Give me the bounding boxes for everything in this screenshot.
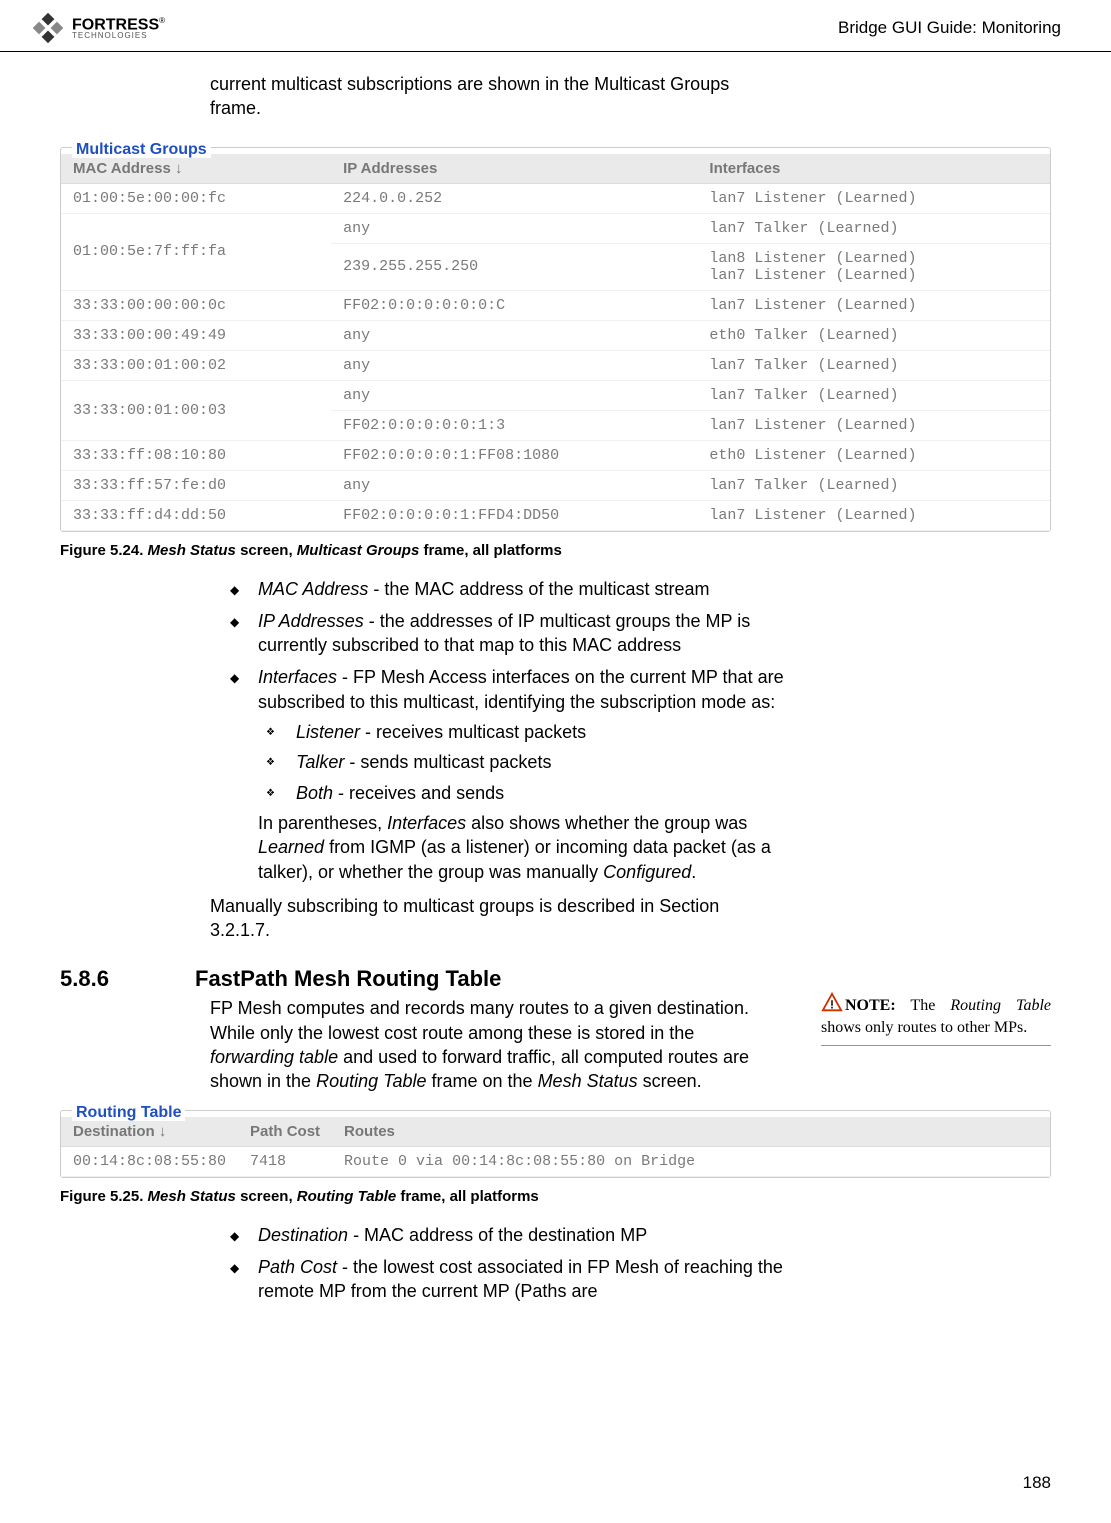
table-row: 33:33:00:00:49:49anyeth0 Talker (Learned… [61,320,1050,350]
list-item: MAC Address - the MAC address of the mul… [230,577,790,601]
multicast-groups-frame: MAC Address ↓ IP Addresses Interfaces 01… [60,147,1051,532]
routing-table: Destination ↓ Path Cost Routes 00:14:8c:… [61,1117,1050,1177]
col-ip[interactable]: IP Addresses [331,154,697,184]
cell-ip: any [331,350,697,380]
cell-mac: 33:33:ff:d4:dd:50 [61,500,331,530]
cell-mac: 33:33:00:00:49:49 [61,320,331,350]
table-row: 33:33:00:01:00:02anylan7 Talker (Learned… [61,350,1050,380]
cell-ip: any [331,320,697,350]
cell-ip: any [331,213,697,243]
table-row: 33:33:ff:08:10:80FF02:0:0:0:0:1:FF08:108… [61,440,1050,470]
list-item: IP Addresses - the addresses of IP multi… [230,609,790,658]
col-path-cost[interactable]: Path Cost [238,1117,332,1147]
cell-mac: 33:33:00:00:00:0c [61,290,331,320]
multicast-groups-legend: Multicast Groups [72,141,211,158]
list-item: Path Cost - the lowest cost associated i… [230,1255,790,1304]
cell-iface: eth0 Listener (Learned) [697,440,1050,470]
interfaces-post-text: In parentheses, Interfaces also shows wh… [258,811,790,884]
routing-bullet-list: Destination - MAC address of the destina… [230,1223,790,1304]
cell-iface: lan7 Listener (Learned) [697,183,1050,213]
cell-iface: lan7 Talker (Learned) [697,380,1050,410]
cell-ip: FF02:0:0:0:0:1:FFD4:DD50 [331,500,697,530]
cell-mac: 33:33:00:01:00:02 [61,350,331,380]
cell-iface: lan8 Listener (Learned) lan7 Listener (L… [697,243,1050,290]
cell-mac: 01:00:5e:7f:ff:fa [61,213,331,290]
table-header-row: Destination ↓ Path Cost Routes [61,1117,1050,1147]
col-routes[interactable]: Routes [332,1117,1050,1147]
note-label: NOTE: [845,997,896,1014]
multicast-groups-table: MAC Address ↓ IP Addresses Interfaces 01… [61,154,1050,531]
section-num: 5.8.6 [60,966,140,992]
table-row: 33:33:00:01:00:03anylan7 Talker (Learned… [61,380,1050,410]
list-item: Listener - receives multicast packets [258,720,790,744]
manual-subscribe-text: Manually subscribing to multicast groups… [210,894,770,943]
logo-sub: TECHNOLOGIES [72,32,165,39]
intro-text: current multicast subscriptions are show… [210,72,770,121]
list-item: Interfaces - FP Mesh Access interfaces o… [230,665,790,883]
table-row: 00:14:8c:08:55:80 7418 Route 0 via 00:14… [61,1146,1050,1176]
page-number: 188 [1023,1473,1051,1493]
cell-ip: FF02:0:0:0:0:0:1:3 [331,410,697,440]
cell-ip: any [331,380,697,410]
cell-mac: 01:00:5e:00:00:fc [61,183,331,213]
routing-table-frame: Destination ↓ Path Cost Routes 00:14:8c:… [60,1110,1051,1178]
logo-text: FORTRESS® TECHNOLOGIES [72,17,165,40]
cell-iface: lan7 Talker (Learned) [697,213,1050,243]
note-box: NOTE: The Routing Table shows only route… [821,992,1051,1045]
routing-table-legend: Routing Table [72,1104,185,1121]
logo: FORTRESS® TECHNOLOGIES [30,10,165,46]
cell-ip: FF02:0:0:0:0:1:FF08:1080 [331,440,697,470]
cell-path-cost: 7418 [238,1146,332,1176]
list-item: Both - receives and sends [258,781,790,805]
page-header: FORTRESS® TECHNOLOGIES Bridge GUI Guide:… [0,0,1111,52]
cell-iface: lan7 Talker (Learned) [697,350,1050,380]
fortress-logo-icon [30,10,66,46]
cell-ip: 239.255.255.250 [331,243,697,290]
cell-mac: 33:33:ff:08:10:80 [61,440,331,470]
col-iface[interactable]: Interfaces [697,154,1050,184]
table-row: 01:00:5e:00:00:fc224.0.0.252lan7 Listene… [61,183,1050,213]
section-5-8-6-header: 5.8.6 FastPath Mesh Routing Table [60,966,781,992]
sub-list: Listener - receives multicast packets Ta… [258,720,790,805]
table-row: 33:33:ff:d4:dd:50FF02:0:0:0:0:1:FFD4:DD5… [61,500,1050,530]
col-destination[interactable]: Destination ↓ [61,1117,238,1147]
list-item: Destination - MAC address of the destina… [230,1223,790,1247]
figure-5-25-caption: Figure 5.25. Mesh Status screen, Routing… [60,1188,1051,1205]
cell-ip: FF02:0:0:0:0:0:0:C [331,290,697,320]
cell-iface: lan7 Listener (Learned) [697,290,1050,320]
cell-iface: lan7 Talker (Learned) [697,470,1050,500]
table-row: 01:00:5e:7f:ff:faanylan7 Talker (Learned… [61,213,1050,243]
cell-mac: 33:33:00:01:00:03 [61,380,331,440]
cell-iface: lan7 Listener (Learned) [697,500,1050,530]
cell-iface: eth0 Talker (Learned) [697,320,1050,350]
section-body: FP Mesh computes and records many routes… [210,996,770,1093]
warning-icon [821,992,843,1014]
cell-iface: lan7 Listener (Learned) [697,410,1050,440]
header-guide-title: Bridge GUI Guide: Monitoring [838,18,1061,38]
cell-mac: 33:33:ff:57:fe:d0 [61,470,331,500]
section-title: FastPath Mesh Routing Table [195,966,501,992]
cell-destination: 00:14:8c:08:55:80 [61,1146,238,1176]
multicast-bullet-list: MAC Address - the MAC address of the mul… [230,577,790,884]
table-row: 33:33:00:00:00:0cFF02:0:0:0:0:0:0:Clan7 … [61,290,1050,320]
table-header-row: MAC Address ↓ IP Addresses Interfaces [61,154,1050,184]
table-row: 33:33:ff:57:fe:d0anylan7 Talker (Learned… [61,470,1050,500]
list-item: Talker - sends multicast packets [258,750,790,774]
cell-routes: Route 0 via 00:14:8c:08:55:80 on Bridge [332,1146,1050,1176]
col-mac[interactable]: MAC Address ↓ [61,154,331,184]
cell-ip: 224.0.0.252 [331,183,697,213]
cell-ip: any [331,470,697,500]
figure-5-24-caption: Figure 5.24. Mesh Status screen, Multica… [60,542,1051,559]
